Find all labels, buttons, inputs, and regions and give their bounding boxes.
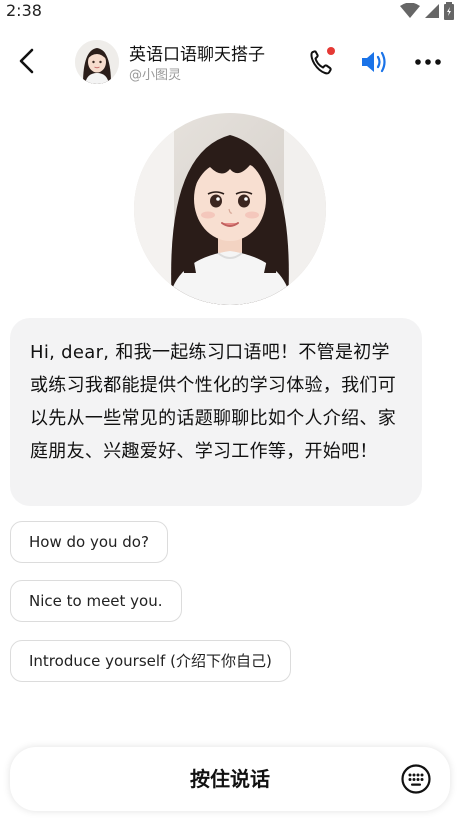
keyboard-icon: [401, 764, 431, 794]
avatar[interactable]: [75, 40, 119, 84]
hold-to-talk-button[interactable]: 按住说话: [10, 747, 450, 811]
keyboard-toggle-button[interactable]: [400, 763, 432, 795]
suggestion-chip[interactable]: Introduce yourself (介绍下你自己): [10, 640, 291, 682]
signal-icon: [425, 4, 439, 18]
phone-icon: [310, 47, 335, 75]
more-dots-icon: [415, 59, 441, 65]
character-portrait: [134, 113, 326, 305]
call-button[interactable]: [306, 46, 340, 78]
wifi-icon: [400, 3, 420, 18]
voice-input-bar: 按住说话: [10, 747, 450, 811]
chat-handle: @小图灵: [129, 68, 182, 83]
status-time: 2:38: [6, 1, 42, 20]
chat-title: 英语口语聊天搭子: [129, 45, 265, 65]
assistant-message-bubble: Hi, dear, 和我一起练习口语吧！不管是初学或练习我都能提供个性化的学习体…: [10, 318, 422, 506]
suggestion-chip[interactable]: Nice to meet you.: [10, 580, 182, 622]
battery-icon: [444, 2, 454, 20]
chat-header: 英语口语聊天搭子 @小图灵: [0, 34, 458, 90]
chevron-left-icon: [19, 48, 34, 74]
speaker-icon: [362, 51, 386, 73]
assistant-message-text: Hi, dear, 和我一起练习口语吧！不管是初学或练习我都能提供个性化的学习体…: [30, 342, 396, 462]
back-button[interactable]: [12, 46, 40, 76]
avatar-image: [75, 40, 119, 84]
status-bar: 2:38: [0, 0, 458, 24]
portrait-image: [134, 113, 326, 305]
status-icons: [400, 2, 454, 20]
suggestion-chip[interactable]: How do you do?: [10, 521, 168, 563]
more-button[interactable]: [411, 46, 445, 78]
speaker-button[interactable]: [358, 46, 392, 78]
